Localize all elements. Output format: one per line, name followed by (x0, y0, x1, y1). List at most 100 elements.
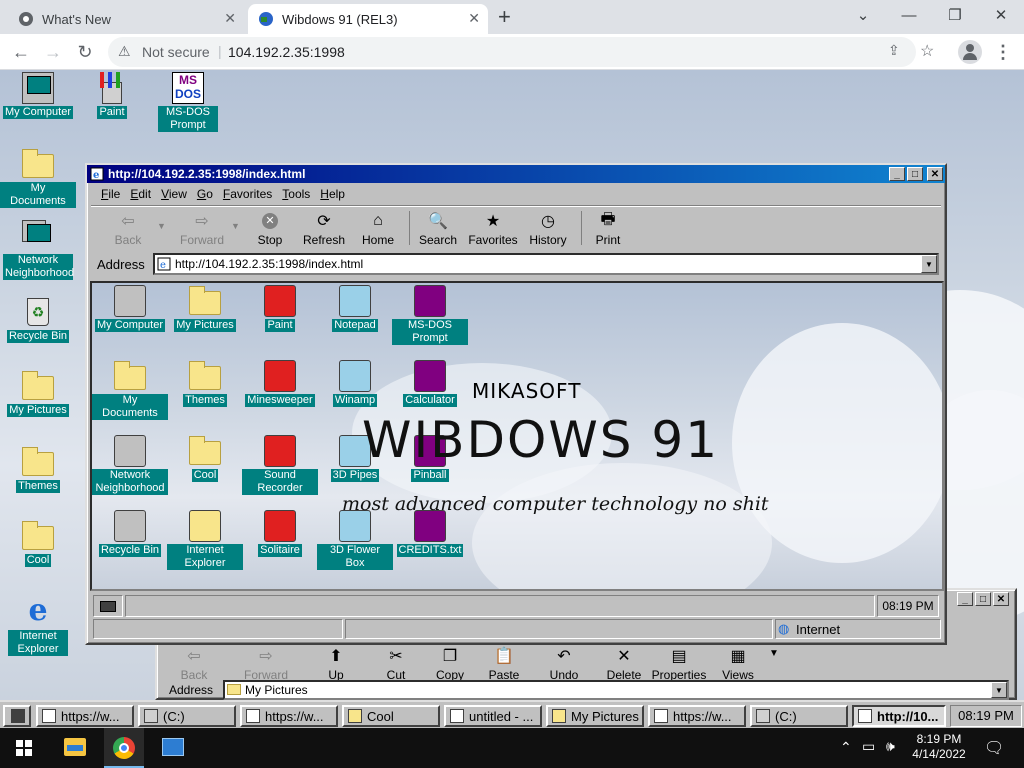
ie-stop-button[interactable]: ✕ Stop (241, 211, 299, 247)
close-tab-icon[interactable]: ✕ (468, 10, 480, 27)
ie-back-button[interactable]: ⇦ Back (99, 211, 157, 247)
windows-start-icon[interactable] (16, 740, 32, 756)
close-icon[interactable]: ✕ (927, 167, 943, 181)
ie-icon-network-neighborhood[interactable]: Network Neighborhood (92, 435, 168, 495)
file-explorer-icon[interactable] (64, 738, 86, 756)
w98-task-item[interactable]: untitled - ... (444, 705, 542, 727)
explorer-copy-button[interactable]: ❐ Copy (421, 646, 479, 682)
forward-dropdown-icon[interactable]: ▼ (231, 221, 240, 231)
dropdown-arrow-icon[interactable]: ▼ (991, 682, 1007, 698)
ie-icon-recycle-bin[interactable]: Recycle Bin (92, 510, 168, 557)
menu-tools[interactable]: Tools (282, 187, 310, 201)
w98-task-item[interactable]: https://w... (240, 705, 338, 727)
back-dropdown-icon[interactable]: ▼ (157, 221, 166, 231)
explorer-up-button[interactable]: ⬆ Up (307, 646, 365, 682)
menu-go[interactable]: Go (197, 187, 213, 201)
ie-titlebar[interactable]: e http://104.192.2.35:1998/index.html _ … (87, 165, 945, 183)
ie-icon-winamp[interactable]: Winamp (317, 360, 393, 407)
desktop-icon-recycle-bin[interactable]: ♻ Recycle Bin (0, 296, 76, 343)
ie-icon-notepad[interactable]: Notepad (317, 285, 393, 332)
win10-clock[interactable]: 8:19 PM 4/14/2022 (906, 732, 972, 762)
desktop-icon-my-pictures[interactable]: My Pictures (0, 370, 76, 417)
dropdown-arrow-icon[interactable]: ▼ (921, 255, 937, 273)
ie-icon-paint[interactable]: Paint (242, 285, 318, 332)
w98-task-item[interactable]: (C:) (138, 705, 236, 727)
menu-view[interactable]: View (161, 187, 187, 201)
restore-icon[interactable]: ❐ (932, 0, 978, 30)
explorer-undo-button[interactable]: ↶ Undo (535, 646, 593, 682)
desktop-icon-paint[interactable]: Paint (74, 72, 150, 119)
chevron-up-icon[interactable]: ⌃ (840, 739, 852, 756)
explorer-paste-button[interactable]: 📋 Paste (475, 646, 533, 682)
close-tab-icon[interactable]: ✕ (224, 10, 236, 27)
menu-help[interactable]: Help (320, 187, 345, 201)
new-tab-button[interactable]: + (498, 4, 511, 30)
menu-file[interactable]: File (101, 187, 120, 201)
desktop-icon-ie[interactable]: e Internet Explorer (0, 596, 76, 656)
desktop-icon-themes[interactable]: Themes (0, 446, 76, 493)
explorer-views-button[interactable]: ▦ Views (709, 646, 767, 682)
ie-forward-button[interactable]: ⇨ Forward (169, 211, 235, 247)
ie-icon-solitaire[interactable]: Solitaire (242, 510, 318, 557)
network-icon[interactable]: ▭ (862, 738, 875, 755)
back-arrow-icon[interactable]: ← (8, 39, 34, 65)
share-icon[interactable]: ⇪ (888, 42, 900, 59)
tab-search-icon[interactable]: ⌄ (840, 0, 886, 30)
desktop-icon-cool[interactable]: Cool (0, 520, 76, 567)
explorer-properties-button[interactable]: ▤ Properties (645, 646, 713, 682)
ie-icon-minesweeper[interactable]: Minesweeper (242, 360, 318, 407)
ie-window[interactable]: e http://104.192.2.35:1998/index.html _ … (85, 163, 947, 645)
w98-task-item[interactable]: My Pictures (546, 705, 644, 727)
desktop-icon-my-computer[interactable]: My Computer (0, 72, 76, 119)
close-window-icon[interactable]: ✕ (978, 0, 1024, 30)
maximize-icon[interactable]: □ (975, 592, 991, 606)
desktop-icon-my-documents[interactable]: My Documents (0, 148, 76, 208)
tab-wibdows[interactable]: Wibdows 91 (REL3) ✕ (248, 4, 488, 34)
ie-icon-themes[interactable]: Themes (167, 360, 243, 407)
ie-history-button[interactable]: ◷ History (519, 211, 577, 247)
ie-icon-credits-txt[interactable]: CREDITS.txt (392, 510, 468, 557)
start-button[interactable] (3, 705, 31, 727)
ie-address-field[interactable]: e http://104.192.2.35:1998/index.html ▼ (153, 253, 939, 275)
tab-whats-new[interactable]: What's New ✕ (8, 4, 244, 34)
ie-icon-ms-dos-prompt[interactable]: MS-DOS Prompt (392, 285, 468, 345)
chrome-taskbar-button[interactable] (104, 728, 144, 768)
ie-print-button[interactable]: 🖶 Print (579, 211, 637, 248)
desktop-icon-network[interactable]: Network Neighborhood (0, 220, 76, 280)
maximize-icon[interactable]: □ (907, 167, 923, 181)
reload-icon[interactable]: ↻ (72, 39, 98, 65)
app-window-icon[interactable] (162, 738, 184, 756)
explorer-address-field[interactable]: My Pictures ▼ (223, 680, 1009, 700)
ie-icon-3d-flower-box[interactable]: 3D Flower Box (317, 510, 393, 570)
w98-task-item[interactable]: https://w... (648, 705, 746, 727)
ie-icon-sound-recorder[interactable]: Sound Recorder (242, 435, 318, 495)
explorer-forward-button[interactable]: ⇨ Forward (237, 646, 295, 682)
ie-refresh-button[interactable]: ⟳ Refresh (295, 211, 353, 247)
menu-kebab-icon[interactable]: ⋮ (990, 39, 1016, 65)
bookmark-star-icon[interactable]: ☆ (920, 41, 934, 61)
explorer-cut-button[interactable]: ✂ Cut (367, 646, 425, 682)
minimize-icon[interactable]: _ (957, 592, 973, 606)
ie-icon-my-pictures[interactable]: My Pictures (167, 285, 243, 332)
notifications-icon[interactable]: 🗨 (984, 738, 1004, 758)
w98-task-item[interactable]: http://10... (852, 705, 946, 727)
w98-task-item[interactable]: https://w... (36, 705, 134, 727)
menu-edit[interactable]: Edit (130, 187, 151, 201)
profile-avatar-icon[interactable] (958, 40, 982, 64)
ie-home-button[interactable]: ⌂ Home (349, 211, 407, 247)
minimize-icon[interactable]: — (886, 0, 932, 30)
explorer-back-button[interactable]: ⇦ Back (165, 646, 223, 682)
ie-favorites-button[interactable]: ★ Favorites (461, 211, 525, 247)
ie-icon-calculator[interactable]: Calculator (392, 360, 468, 407)
close-icon[interactable]: ✕ (993, 592, 1009, 606)
desktop-icon-ms-dos[interactable]: MS DOS MS-DOS Prompt (150, 72, 226, 132)
ie-icon-my-documents[interactable]: My Documents (92, 360, 168, 420)
w98-task-item[interactable]: Cool (342, 705, 440, 727)
views-dropdown-icon[interactable]: ▼ (769, 648, 779, 659)
ie-icon-internet-explorer[interactable]: Internet Explorer (167, 510, 243, 570)
volume-icon[interactable]: 🕪 (886, 738, 895, 755)
menu-favorites[interactable]: Favorites (223, 187, 272, 201)
forward-arrow-icon[interactable]: → (40, 39, 66, 65)
w98-task-item[interactable]: (C:) (750, 705, 848, 727)
minimize-icon[interactable]: _ (889, 167, 905, 181)
